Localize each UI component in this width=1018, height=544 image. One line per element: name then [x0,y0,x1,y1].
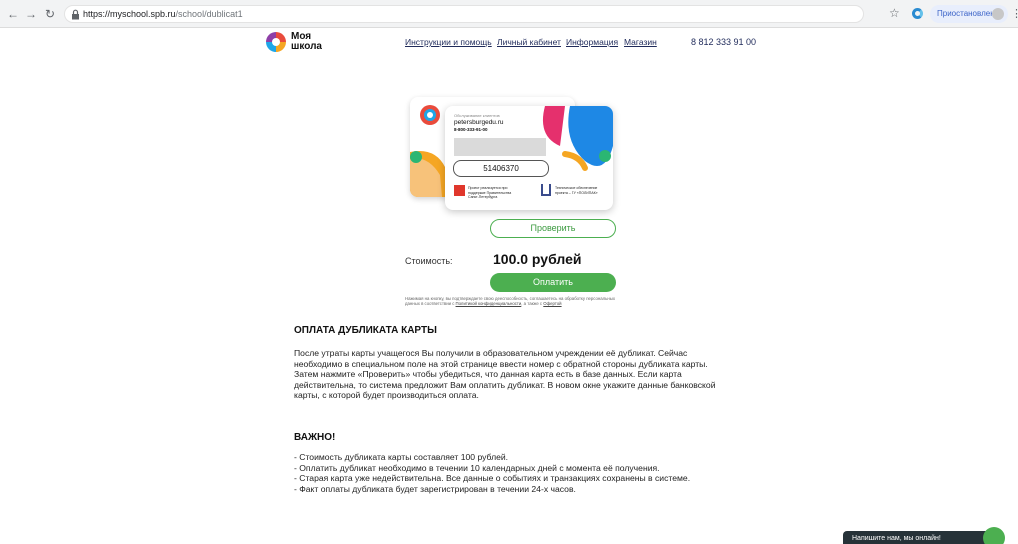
lock-icon [72,9,79,20]
offer-link[interactable]: Офертой [543,301,561,306]
cost-value: 100.0 рублей [493,251,582,267]
card-phone: 8-800-333-91-00 [454,127,488,132]
page-title: ОПЛАТА ДУБЛИКАТА КАРТЫ [294,325,437,336]
extension-icon[interactable] [912,8,923,19]
card-magnetic-strip [454,138,546,156]
site-logo-text[interactable]: Моя школа [291,32,331,52]
chat-label: Напишите нам, мы онлайн! [852,535,941,542]
list-item: - Стоимость дубликата карты составляет 1… [294,452,509,462]
card-number-input[interactable]: 51406370 [453,160,549,177]
bookmark-star-icon[interactable]: ☆ [889,6,900,20]
list-item: - Факт оплаты дубликата будет зарегистри… [294,483,576,494]
forward-icon[interactable]: → [24,7,38,21]
list-item: - Старая карта уже недействительна. Все … [294,473,691,484]
card-project-text: Проект реализуется при поддержке Правите… [468,186,512,199]
nav-link-cabinet[interactable]: Личный кабинет [497,37,561,47]
instructions-paragraph: После утраты карты учащегося Вы получили… [294,348,716,401]
avatar [992,8,1004,20]
chat-widget[interactable]: Напишите нам, мы онлайн! [843,531,989,544]
reload-icon[interactable]: ↻ [43,7,57,21]
important-list: - Стоимость дубликата карты составляет 1… [294,452,714,494]
card-back-image: Обслуживание клиентов petersburgedu.ru 8… [445,106,613,210]
card-tech-text: Техническое обеспечение проекта – ГУ «ПО… [555,186,598,195]
nav-link-help[interactable]: Инструкции и помощь [405,37,492,47]
address-bar[interactable]: https://myschool.spb.ru/school/dublicat1 [64,5,864,23]
check-button[interactable]: Проверить [490,219,616,238]
url-text: https://myschool.spb.ru/school/dublicat1 [83,9,243,19]
important-heading: ВАЖНО! [294,432,336,443]
cost-label: Стоимость: [405,256,453,266]
consent-mid: , а также с [521,301,543,307]
chat-bubble-icon[interactable] [983,527,1005,544]
card-site: petersburgedu.ru [454,119,504,126]
privacy-policy-link[interactable]: Политикой конфиденциальности [456,301,522,306]
back-icon[interactable]: ← [6,7,20,21]
nav-link-shop[interactable]: Магазин [624,37,657,47]
tech-logo-icon [541,184,551,196]
nav-link-info[interactable]: Информация [566,37,618,47]
header-phone: 8 812 333 91 00 [691,37,757,47]
card-service-label: Обслуживание клиентов [454,113,500,118]
consent-text: Нажимая на кнопку, вы подтверждаете свою… [405,296,620,307]
browser-menu-icon[interactable]: ⋮ [1011,7,1018,20]
gov-emblem-icon [454,185,465,196]
profile-label: Приостановлена [937,9,1000,18]
browser-toolbar: ← → ↻ https://myschool.spb.ru/school/dub… [0,0,1018,28]
site-logo-icon[interactable] [266,32,286,52]
list-item: - Оплатить дубликат необходимо в течении… [294,462,660,473]
profile-button[interactable]: Приостановлена [930,5,1008,23]
pay-button[interactable]: Оплатить [490,273,616,292]
